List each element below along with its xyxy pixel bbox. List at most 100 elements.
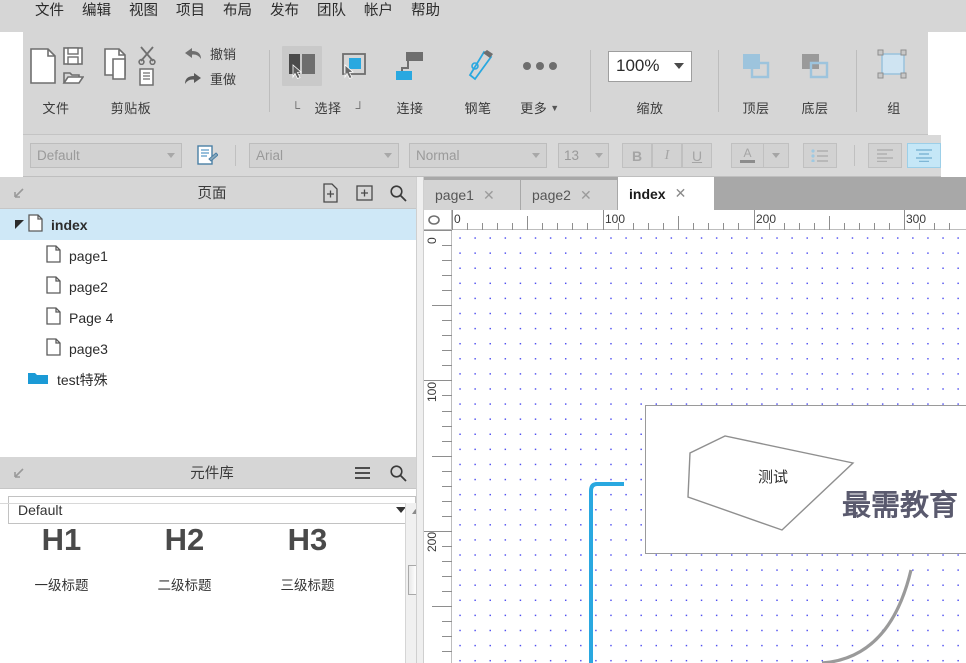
ruler-h-minor-tick [633, 223, 634, 230]
chevron-down-icon[interactable] [595, 153, 603, 158]
menu-item-help[interactable]: 帮助 [402, 4, 449, 19]
page-tabstrip: page1 ✕ page2 ✕ index ✕ [424, 177, 966, 210]
design-canvas[interactable]: 测试 最需教育 [452, 230, 966, 663]
pages-panel-header: 页面 [0, 177, 424, 209]
group-icon[interactable] [876, 48, 912, 84]
duplicate-icon[interactable] [103, 47, 133, 85]
save-icon[interactable] [62, 46, 84, 66]
chevron-down-icon[interactable] [772, 153, 780, 158]
menu-item-team[interactable]: 团队 [308, 4, 355, 19]
new-document-icon[interactable] [28, 47, 58, 85]
grey-arc-shape[interactable] [822, 560, 966, 663]
send-to-back-icon[interactable] [797, 49, 833, 83]
hamburger-menu-icon[interactable] [351, 462, 373, 484]
italic-button[interactable]: I [652, 143, 682, 168]
ribbon-group-clipboard: 剪贴板 [103, 36, 159, 132]
menu-item-edit[interactable]: 编辑 [73, 4, 120, 19]
widget-caption: 二级标题 [157, 578, 212, 593]
widget-h1[interactable]: H1 一级标题 [0, 522, 123, 594]
search-icon[interactable] [387, 462, 409, 484]
ruler-v-minor-tick [442, 501, 452, 502]
close-icon[interactable]: ✕ [580, 187, 592, 204]
bring-to-front-icon[interactable] [738, 49, 774, 83]
chevron-down-icon[interactable]: ▼ [550, 103, 559, 113]
chevron-down-icon[interactable] [532, 153, 540, 158]
menu-item-layout[interactable]: 布局 [214, 4, 261, 19]
menu-item-publish[interactable]: 发布 [261, 4, 308, 19]
underline-button[interactable]: U [682, 143, 712, 168]
copy-icon[interactable] [137, 68, 159, 87]
page-tree-item-page3[interactable]: page3 [0, 333, 423, 364]
ruler-v-minor-tick [442, 335, 452, 336]
ruler-v-minor-tick [442, 441, 452, 442]
redo-button[interactable]: 重做 [183, 69, 236, 88]
zoom-caret-icon[interactable] [674, 63, 684, 69]
close-icon[interactable]: ✕ [675, 185, 687, 202]
panel-divider[interactable] [416, 177, 424, 663]
add-page-icon[interactable] [319, 182, 341, 204]
shape-container-box[interactable]: 测试 [645, 405, 966, 554]
page-tree-item-page1[interactable]: page1 [0, 240, 423, 271]
ruler-h-minor-tick [934, 223, 935, 230]
ruler-v-minor-tick [442, 320, 452, 321]
chevron-down-icon[interactable] [384, 153, 392, 158]
page-tree-item-index[interactable]: index [0, 209, 423, 240]
add-folder-icon[interactable] [353, 182, 375, 204]
connector-icon[interactable] [392, 49, 428, 83]
zoom-select[interactable]: 100% [608, 50, 692, 82]
ruler-h-minor-tick [557, 223, 558, 230]
ruler-h-minor-tick [587, 223, 588, 230]
text-color-dropdown[interactable] [764, 143, 789, 168]
select-all-icon[interactable] [282, 46, 322, 86]
ruler-v-minor-tick [442, 395, 452, 396]
menu-item-project[interactable]: 项目 [167, 4, 214, 19]
zoom-value: 100% [616, 56, 660, 75]
close-icon[interactable]: ✕ [483, 187, 495, 204]
page-tree-label: Page 4 [69, 309, 114, 326]
ellipsis-icon[interactable] [520, 60, 560, 72]
ruler-origin-icon [428, 215, 440, 225]
align-left-button[interactable] [868, 143, 902, 168]
font-size-select[interactable]: 13 [558, 143, 609, 168]
ribbon-separator-1 [269, 50, 270, 112]
page-tree-item-page2[interactable]: page2 [0, 271, 423, 302]
underline-label: U [691, 147, 703, 164]
menu-item-account[interactable]: 帐户 [355, 4, 402, 19]
menu-item-file[interactable]: 文件 [26, 4, 73, 19]
cut-scissors-icon[interactable] [137, 45, 159, 65]
text-color-button[interactable]: A [731, 143, 764, 168]
font-weight-select[interactable]: Normal [409, 143, 547, 168]
align-center-button[interactable] [907, 143, 941, 168]
pen-icon[interactable] [462, 49, 494, 83]
page-icon [46, 245, 61, 266]
page-tree-item-page4[interactable]: Page 4 [0, 302, 423, 333]
bullet-list-button[interactable] [803, 143, 837, 168]
select-contained-icon[interactable] [334, 46, 374, 86]
tab-page1[interactable]: page1 ✕ [424, 180, 520, 210]
tab-page2[interactable]: page2 ✕ [521, 180, 617, 210]
bold-button[interactable]: B [622, 143, 652, 168]
text-color-label: A [743, 146, 752, 160]
search-icon[interactable] [387, 182, 409, 204]
horizontal-ruler: 0 100 200 300 [424, 210, 966, 230]
format-painter-button[interactable] [192, 143, 222, 168]
formatbar-left-gap [0, 135, 23, 177]
style-select[interactable]: Default [30, 143, 182, 168]
page-tree-item-test-folder[interactable]: test特殊 [0, 364, 423, 395]
undo-arrow-icon [185, 47, 201, 59]
font-family-select[interactable]: Arial [249, 143, 399, 168]
expand-arrow-icon[interactable] [10, 219, 28, 230]
ruler-h-mid-tick [829, 216, 830, 230]
chevron-down-icon[interactable] [167, 153, 175, 158]
widget-caption: 一级标题 [34, 578, 89, 593]
widget-h2[interactable]: H2 二级标题 [123, 522, 246, 594]
text-color-swatch [740, 160, 755, 163]
tab-index[interactable]: index ✕ [618, 177, 714, 210]
menu-item-view[interactable]: 视图 [120, 4, 167, 19]
ruler-h-mid-tick [678, 216, 679, 230]
undo-button[interactable]: 撤销 [183, 44, 236, 63]
ruler-v-minor-tick [442, 546, 452, 547]
widget-h3[interactable]: H3 三级标题 [246, 522, 369, 594]
page-icon [46, 338, 61, 359]
open-folder-icon[interactable] [62, 69, 84, 86]
